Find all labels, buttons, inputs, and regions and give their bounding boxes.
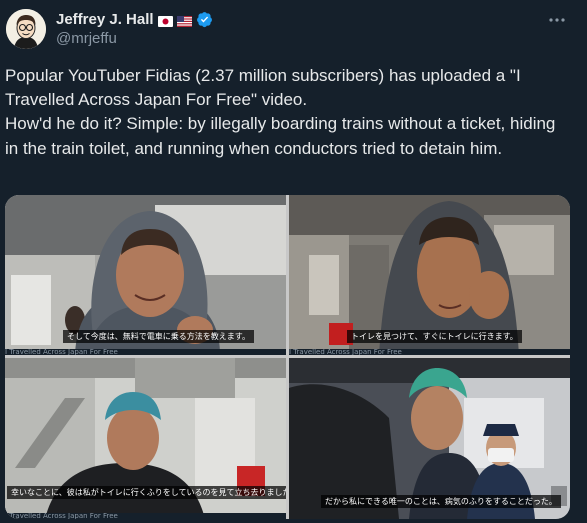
flag-japan-icon <box>157 14 173 27</box>
more-options-button[interactable] <box>547 10 567 30</box>
video-subtitle: 幸いなことに、彼は私がトイレに行くふりをしているのを見て立ち去りました。 <box>7 486 286 499</box>
tweet: Jeffrey J. Hall @mrjeffu Popular YouTube… <box>0 0 587 523</box>
handle[interactable]: @mrjeffu <box>56 30 213 47</box>
name-row: Jeffrey J. Hall <box>56 10 213 28</box>
tweet-paragraph: Popular YouTuber Fidias (2.37 million su… <box>5 66 521 110</box>
display-name[interactable]: Jeffrey J. Hall <box>56 11 154 28</box>
video-subtitle: そして今度は、無料で電車に乗る方法を教えます。 <box>63 330 254 343</box>
tweet-paragraph: How'd he do it? Simple: by illegally boa… <box>5 114 556 158</box>
video-caption: I Travelled Across Japan For Free <box>289 349 570 355</box>
media-image-1[interactable]: そして今度は、無料で電車に乗る方法を教えます。 I Travelled Acro… <box>5 195 286 355</box>
video-caption: I Travelled Across Japan For Free <box>5 349 286 355</box>
avatar[interactable] <box>6 9 46 49</box>
media-image-4[interactable]: だから私にできる唯一のことは、病気のふりをすることだった。 <box>289 358 570 519</box>
author-info: Jeffrey J. Hall @mrjeffu <box>56 10 213 47</box>
more-dots-icon <box>549 18 565 22</box>
tweet-text: Popular YouTuber Fidias (2.37 million su… <box>5 64 565 161</box>
flag-usa-icon <box>176 14 192 27</box>
media-image-2[interactable]: トイレを見つけて、すぐにトイレに行きます。 I Travelled Across… <box>289 195 570 355</box>
avatar-illustration-icon <box>6 9 46 49</box>
media-image-3[interactable]: 幸いなことに、彼は私がトイレに行くふりをしているのを見て立ち去りました。 I T… <box>5 358 286 519</box>
media-grid: そして今度は、無料で電車に乗る方法を教えます。 I Travelled Acro… <box>5 195 570 519</box>
verified-badge-icon[interactable] <box>196 11 213 28</box>
video-caption: I Travelled Across Japan For Free <box>5 513 286 519</box>
video-subtitle: トイレを見つけて、すぐにトイレに行きます。 <box>347 330 522 343</box>
video-subtitle: だから私にできる唯一のことは、病気のふりをすることだった。 <box>321 495 561 508</box>
